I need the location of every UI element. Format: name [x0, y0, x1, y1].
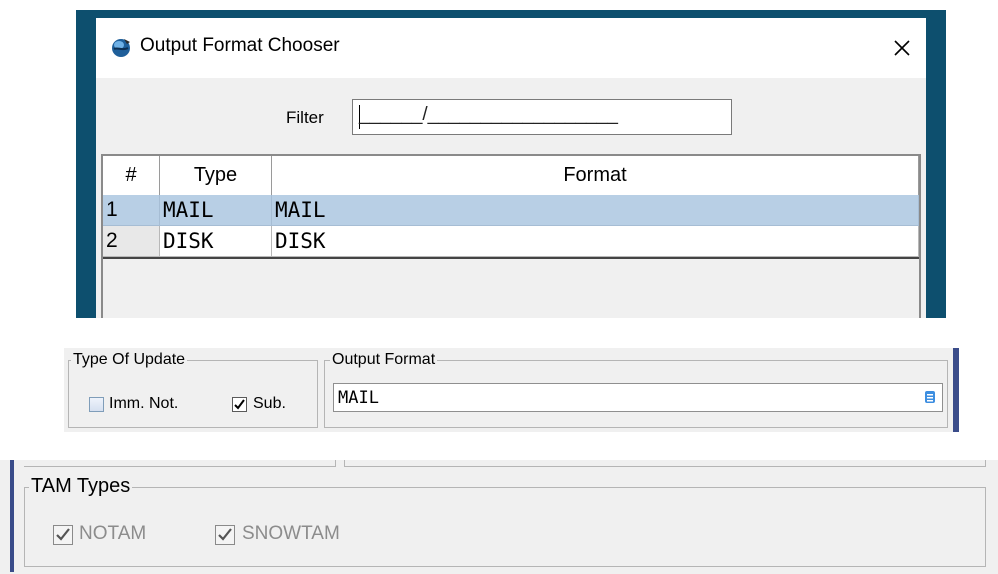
- row-number-cell: 1: [103, 195, 160, 226]
- dialog-body: Output Format Chooser Filter ______/____…: [96, 18, 926, 318]
- tab-strip-right: [344, 460, 986, 467]
- column-header-format[interactable]: Format: [272, 156, 919, 195]
- type-cell: DISK: [160, 226, 272, 257]
- globe-icon: [110, 36, 132, 58]
- close-icon: [894, 40, 910, 56]
- close-button[interactable]: [882, 28, 922, 68]
- column-header-number[interactable]: #: [103, 156, 160, 195]
- format-cell: DISK: [272, 226, 919, 257]
- checkmark-icon: [218, 528, 232, 541]
- output-format-value: MAIL: [338, 388, 379, 408]
- tam-types-panel: TAM Types NOTAM SNOWTAM: [0, 460, 998, 574]
- output-format-group: Output Format MAIL: [324, 351, 948, 428]
- title-bar[interactable]: Output Format Chooser: [96, 18, 926, 78]
- checkmark-icon: [56, 528, 70, 541]
- list-chooser-icon[interactable]: [924, 390, 936, 404]
- snowtam-label[interactable]: SNOWTAM: [242, 523, 340, 545]
- table-header: # Type Format: [103, 156, 919, 196]
- sub-label[interactable]: Sub.: [253, 395, 286, 413]
- panel-edge: [953, 348, 959, 432]
- type-cell: MAIL: [160, 195, 272, 226]
- checkmark-icon: [234, 399, 245, 410]
- sub-checkbox[interactable]: [232, 397, 247, 412]
- panel-edge: [10, 460, 14, 572]
- imm-not-checkbox[interactable]: [89, 397, 104, 412]
- row-number-cell: 2: [103, 226, 160, 257]
- table-row[interactable]: 2 DISK DISK: [103, 226, 919, 259]
- format-table: # Type Format 1 MAIL MAIL 2 DISK DISK: [101, 154, 921, 318]
- notam-label[interactable]: NOTAM: [79, 523, 146, 545]
- type-of-update-group: Type Of Update Imm. Not. Sub.: [68, 351, 318, 428]
- format-cell: MAIL: [272, 195, 919, 226]
- tam-types-group: TAM Types NOTAM SNOWTAM: [24, 475, 986, 567]
- tab-strip-left: [24, 460, 336, 467]
- window-title: Output Format Chooser: [140, 35, 340, 56]
- output-format-field[interactable]: MAIL: [333, 383, 943, 412]
- snowtam-checkbox[interactable]: [215, 525, 235, 545]
- imm-not-label[interactable]: Imm. Not.: [109, 395, 178, 413]
- output-format-legend: Output Format: [330, 351, 438, 369]
- filter-input[interactable]: ______/__________________: [352, 99, 732, 135]
- tam-types-legend: TAM Types: [29, 475, 133, 497]
- update-options-panel: Type Of Update Imm. Not. Sub. Output For…: [64, 348, 954, 432]
- output-format-chooser-window: Output Format Chooser Filter ______/____…: [76, 10, 946, 318]
- notam-checkbox[interactable]: [53, 525, 73, 545]
- column-header-type[interactable]: Type: [160, 156, 272, 195]
- table-row[interactable]: 1 MAIL MAIL: [103, 195, 919, 226]
- type-of-update-legend: Type Of Update: [71, 351, 188, 369]
- filter-label: Filter: [286, 108, 324, 127]
- filter-mask-text: ______/__________________: [359, 104, 618, 125]
